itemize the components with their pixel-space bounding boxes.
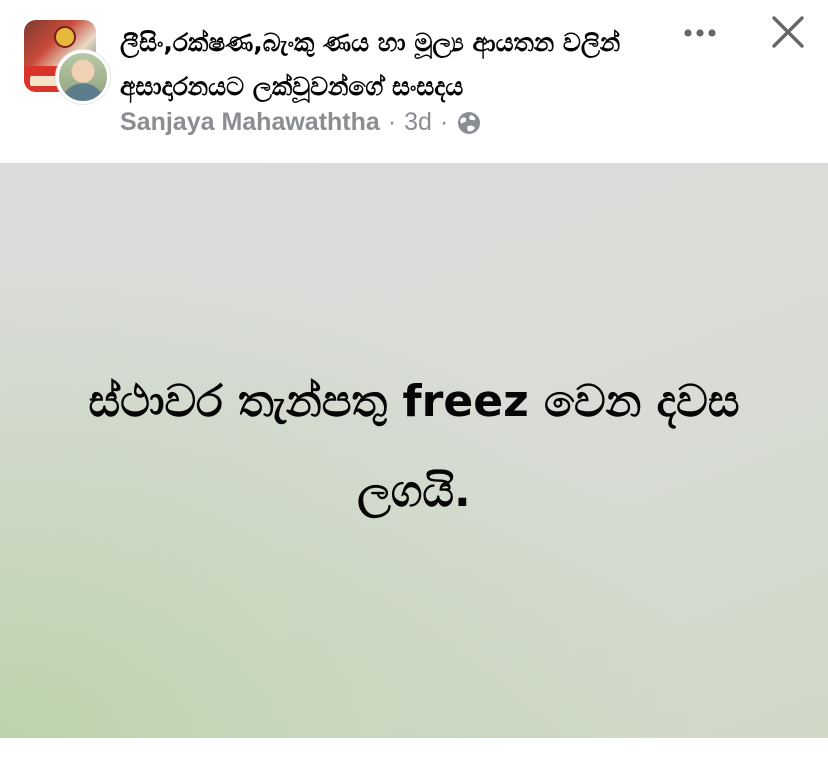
close-icon — [772, 16, 804, 48]
more-horizontal-icon — [684, 29, 716, 37]
more-options-button[interactable] — [680, 18, 720, 48]
post-timestamp[interactable]: 3d — [404, 108, 432, 137]
post-footer-strip — [0, 738, 828, 762]
close-button[interactable] — [768, 12, 808, 52]
user-avatar[interactable] — [56, 50, 110, 104]
post-background-card[interactable]: ස්ථාවර තැන්පතු freez වෙන දවස ලගයි. — [0, 163, 828, 738]
post-meta: Sanjaya Mahawaththa · 3d · — [120, 108, 482, 137]
post-body-text: ස්ථාවර තැන්පතු freez වෙන දවස ලගයි. — [88, 375, 740, 517]
group-name[interactable]: ලීසිං,රක්ෂණ,බැංකු ණය හා මූල්‍ය ආයතන වලින… — [120, 28, 620, 58]
meta-separator: · — [439, 108, 449, 136]
group-name-continued[interactable]: අසාදාරනයට ලක්වූවන්ගේ සංසදය — [120, 72, 463, 102]
group-seal-image — [54, 26, 76, 48]
author-name[interactable]: Sanjaya Mahawaththa — [120, 108, 380, 137]
globe-icon — [456, 110, 482, 136]
meta-separator: · — [387, 108, 397, 136]
post-header: ලීසිං,රක්ෂණ,බැංකු ණය හා මූල්‍ය ආයතන වලින… — [0, 0, 828, 163]
group-avatar-stack[interactable] — [24, 20, 110, 104]
